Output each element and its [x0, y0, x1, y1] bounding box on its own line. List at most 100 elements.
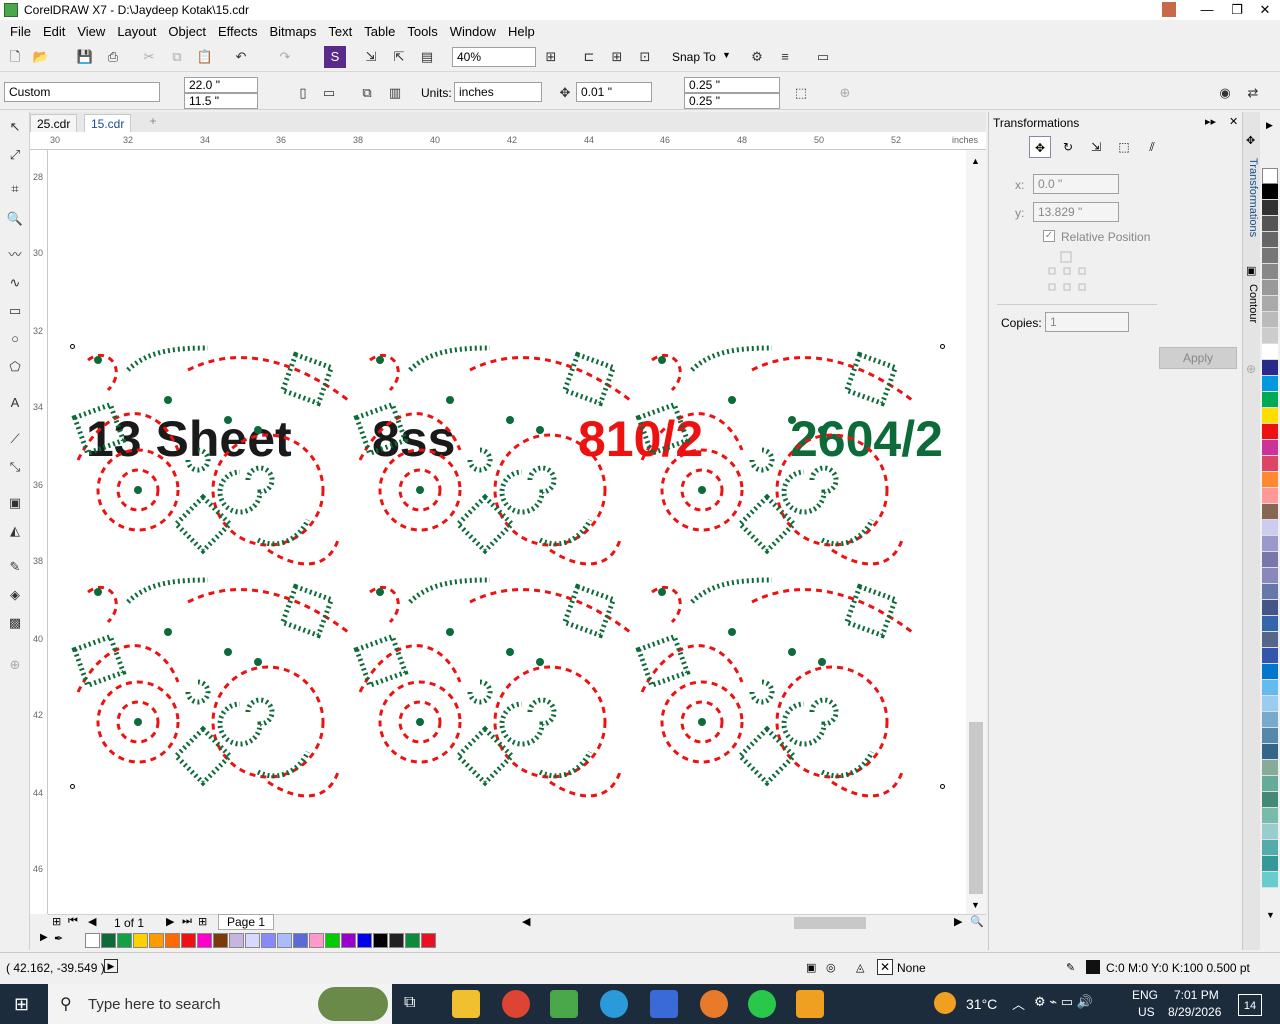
- palette-swatch[interactable]: [1262, 584, 1278, 600]
- clock-time[interactable]: 7:01 PM: [1174, 988, 1219, 1002]
- palette-swatch[interactable]: [1262, 376, 1278, 392]
- duplicate-y-input[interactable]: 0.25 ": [684, 93, 780, 109]
- palette-swatch[interactable]: [1262, 232, 1278, 248]
- swatch-magenta[interactable]: [197, 933, 212, 948]
- selection-handle[interactable]: [940, 344, 945, 349]
- weather-icon[interactable]: [934, 992, 956, 1014]
- transparency-icon[interactable]: ◭: [4, 520, 26, 542]
- file-explorer-icon[interactable]: [452, 990, 480, 1018]
- eyedropper-icon[interactable]: ✎: [4, 556, 26, 578]
- smart-fill-icon[interactable]: ▩: [4, 612, 26, 634]
- palette-swatch[interactable]: [1262, 680, 1278, 696]
- docker-expand-icon[interactable]: ▸▸: [1205, 115, 1216, 128]
- rectangle-tool-icon[interactable]: ▭: [4, 300, 26, 322]
- paper-type-select[interactable]: Custom: [4, 82, 160, 102]
- menu-edit[interactable]: Edit: [37, 24, 71, 39]
- ruler-globe-icon[interactable]: ◉: [1214, 82, 1236, 104]
- menu-tools[interactable]: Tools: [401, 24, 443, 39]
- menu-table[interactable]: Table: [358, 24, 401, 39]
- clock-date[interactable]: 8/29/2026: [1168, 1005, 1221, 1019]
- scale-tab-icon[interactable]: ⇲: [1085, 136, 1107, 158]
- firefox-icon[interactable]: [700, 990, 728, 1018]
- swatch-green[interactable]: [117, 933, 132, 948]
- tab-transformations[interactable]: Transformations: [1247, 158, 1259, 237]
- palette-swatch[interactable]: [1262, 328, 1278, 344]
- position-tab-icon[interactable]: ✥: [1029, 136, 1051, 158]
- nudge-distance-input[interactable]: 0.01 ": [576, 82, 652, 102]
- page-height-input[interactable]: 11.5 ": [184, 93, 258, 109]
- selection-handle[interactable]: [70, 344, 75, 349]
- artistic-media-icon[interactable]: ∿: [4, 272, 26, 294]
- document-icon[interactable]: ▣: [806, 961, 816, 974]
- parallel-dimension-icon[interactable]: ⟋: [4, 428, 26, 450]
- freehand-tool-icon[interactable]: 〰: [4, 244, 26, 266]
- fill-bucket-icon[interactable]: ◬: [856, 961, 864, 974]
- swatch-dark-green[interactable]: [101, 933, 116, 948]
- palette-expand-icon[interactable]: ▶: [40, 932, 48, 943]
- palette-swatch[interactable]: [1262, 648, 1278, 664]
- swatch-black[interactable]: [373, 933, 388, 948]
- menu-bitmaps[interactable]: Bitmaps: [263, 24, 322, 39]
- chrome-icon[interactable]: [502, 990, 530, 1018]
- ellipse-tool-icon[interactable]: ○: [4, 328, 26, 350]
- units-select[interactable]: inches: [454, 82, 542, 102]
- selection-handle[interactable]: [70, 784, 75, 789]
- interactive-fill-icon[interactable]: ◈: [4, 584, 26, 606]
- palette-swatch[interactable]: [1262, 536, 1278, 552]
- palette-swatch[interactable]: [1262, 408, 1278, 424]
- palette-swatch[interactable]: [1262, 664, 1278, 680]
- all-pages-icon[interactable]: ⧉: [356, 82, 378, 104]
- last-page-icon[interactable]: ⏭: [182, 915, 192, 928]
- palette-swatch[interactable]: [1262, 248, 1278, 264]
- pick-tool-icon[interactable]: ↖: [4, 116, 26, 138]
- palette-swatch[interactable]: [1262, 600, 1278, 616]
- relative-position-checkbox[interactable]: ✓: [1043, 230, 1055, 242]
- palette-swatch[interactable]: [1262, 568, 1278, 584]
- palette-swatch[interactable]: [1262, 760, 1278, 776]
- grid-icon[interactable]: ⊞: [606, 46, 628, 68]
- tray-chevron-icon[interactable]: ︿: [1012, 994, 1025, 1013]
- redo-icon[interactable]: ↷: [274, 46, 296, 68]
- apply-button[interactable]: Apply: [1159, 347, 1237, 369]
- treat-as-filled-icon[interactable]: ⬚: [790, 82, 812, 104]
- swatch-pure-blue[interactable]: [357, 933, 372, 948]
- zoom-level-select[interactable]: 40%: [452, 47, 536, 67]
- palette-swatch[interactable]: [1262, 616, 1278, 632]
- menu-view[interactable]: View: [71, 24, 111, 39]
- palette-scroll-up-icon[interactable]: ▶: [1266, 120, 1273, 131]
- swatch-light-blue[interactable]: [245, 933, 260, 948]
- vertical-scrollbar[interactable]: ▲ ▼: [966, 150, 986, 914]
- palette-swatch[interactable]: [1262, 184, 1278, 200]
- shape-tool-icon[interactable]: ⤢: [4, 144, 26, 166]
- palette-swatch[interactable]: [1262, 824, 1278, 840]
- landscape-icon[interactable]: ▭: [318, 82, 340, 104]
- add-tool-icon[interactable]: ⊕: [4, 654, 26, 676]
- minimize-button[interactable]: —: [1190, 0, 1224, 20]
- notification-center-icon[interactable]: 14: [1238, 994, 1262, 1016]
- app-icon[interactable]: [650, 990, 678, 1018]
- open-icon[interactable]: 📂: [30, 46, 52, 68]
- zoom-fit-icon[interactable]: ⊞: [540, 46, 562, 68]
- palette-swatch[interactable]: [1262, 312, 1278, 328]
- next-page-icon[interactable]: ▶: [166, 915, 174, 928]
- menu-object[interactable]: Object: [162, 24, 212, 39]
- swatch-blue[interactable]: [293, 933, 308, 948]
- palette-swatch[interactable]: [1262, 456, 1278, 472]
- page-tab-1[interactable]: Page 1: [218, 914, 275, 930]
- zoom-tool-icon[interactable]: 🔍: [4, 208, 26, 230]
- portrait-icon[interactable]: ▯: [292, 82, 314, 104]
- palette-swatch[interactable]: [1262, 808, 1278, 824]
- outline-color-swatch[interactable]: [1086, 960, 1100, 974]
- status-expand-icon[interactable]: ▶: [104, 959, 118, 973]
- swatch-lime[interactable]: [325, 933, 340, 948]
- undo-icon[interactable]: ↶: [230, 46, 252, 68]
- swatch-red[interactable]: [181, 933, 196, 948]
- palette-swatch[interactable]: [1262, 424, 1278, 440]
- menu-window[interactable]: Window: [444, 24, 502, 39]
- paste-icon[interactable]: 📋: [194, 46, 216, 68]
- crop-tool-icon[interactable]: ⌗: [4, 178, 26, 200]
- scroll-right-icon[interactable]: ▶: [954, 915, 962, 928]
- print-icon[interactable]: ⎙: [102, 46, 124, 68]
- zoom-navigator-icon[interactable]: 🔍: [970, 915, 984, 928]
- language-top[interactable]: ENG: [1132, 988, 1158, 1002]
